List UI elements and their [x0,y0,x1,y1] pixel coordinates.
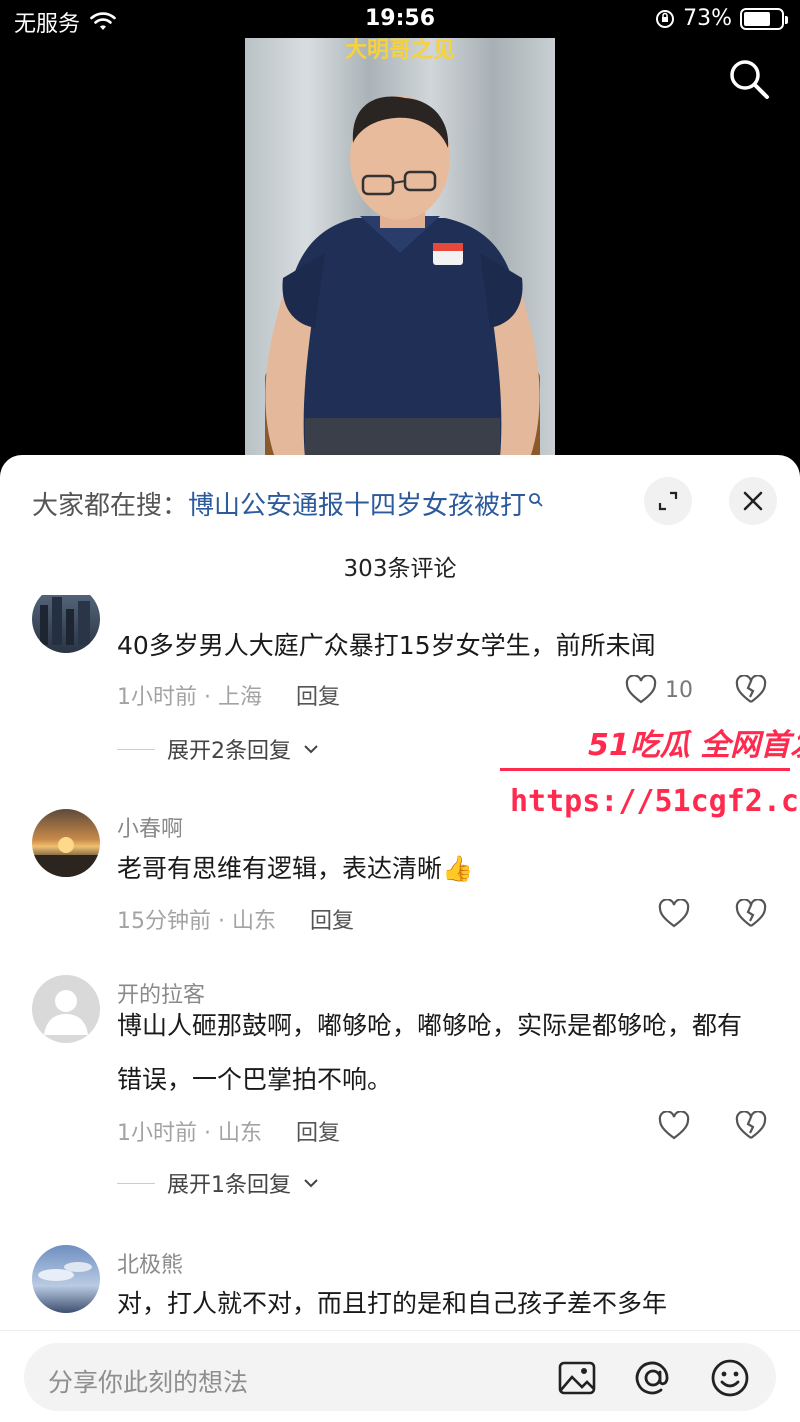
divider-line [117,748,155,750]
battery-percent: 73% [683,6,732,31]
avatar[interactable] [32,595,100,653]
search-small-icon [529,492,543,507]
status-right: 73% [655,6,788,31]
hot-search-prefix: 大家都在搜： [32,491,189,521]
avatar[interactable] [32,809,100,877]
comment-meta: 1小时前 · 山东 回复 [117,1115,340,1147]
comment-meta: 1小时前 · 上海 回复 [117,679,340,711]
search-icon [730,60,769,99]
image-button[interactable] [556,1357,598,1399]
reply-button[interactable]: 回复 [310,903,354,935]
comment-text: 40多岁男人大庭广众暴打15岁女学生，前所未闻 [117,631,656,660]
heart-icon [658,899,690,928]
close-button[interactable] [729,477,777,525]
broken-heart-icon [735,1110,767,1139]
divider-line [117,1182,155,1184]
comment-time-location: 1小时前 · 上海 [117,685,262,710]
video-person-figure [265,96,540,463]
hot-search-term[interactable]: 博山公安通报十四岁女孩被打 [188,485,526,522]
comment-sheet: 大家都在搜： 博山公安通报十四岁女孩被打 303条评论 40多岁男人大庭广众暴打… [0,455,800,1422]
comment-text: 博山人砸那鼓啊，嘟够呛，嘟够呛，实际是都够呛，都有错误，一个巴掌拍不响。 [117,1011,743,1094]
dislike-button[interactable] [735,1110,767,1145]
dislike-button[interactable] [735,674,767,709]
image-icon [558,1361,596,1395]
comment-input-bar: 分享你此刻的想法 [0,1330,800,1422]
comment-meta: 15分钟前 · 山东 回复 [117,903,354,935]
broken-heart-icon [735,898,767,927]
mention-button[interactable] [632,1357,674,1399]
battery-icon [740,7,788,30]
expand-replies-button[interactable]: 展开2条回复 [117,733,319,765]
broken-heart-icon [735,674,767,703]
top-search-button[interactable] [728,58,770,104]
reply-button[interactable]: 回复 [296,1115,340,1147]
like-button[interactable]: 10 [625,675,693,705]
comment-username[interactable]: 北极熊 [117,1247,183,1279]
dislike-button[interactable] [735,898,767,933]
battery-level [744,11,771,26]
status-bar: 无服务 19:56 73% [0,0,800,40]
comment-text: 对，打人就不对，而且打的是和自己孩子差不多年 [117,1289,668,1318]
comment-input-placeholder: 分享你此刻的想法 [48,1368,249,1397]
video-player[interactable]: 大明哥之见 [245,38,555,463]
at-icon [635,1361,669,1395]
comment-time-location: 15分钟前 · 山东 [117,909,276,934]
emoji-button[interactable] [709,1357,751,1399]
default-avatar-icon [44,990,88,1035]
like-button[interactable] [658,899,690,929]
expand-replies-label: 展开2条回复 [167,739,291,764]
expand-replies-button[interactable]: 展开1条回复 [117,1167,319,1199]
chevron-down-icon [304,1179,318,1188]
avatar[interactable] [32,1245,100,1313]
comment-input[interactable]: 分享你此刻的想法 [24,1343,776,1411]
comment-text: 老哥有思维有逻辑，表达清晰👍 [117,854,474,883]
like-count: 10 [665,677,693,703]
comment-list[interactable]: 40多岁男人大庭广众暴打15岁女学生，前所未闻 1小时前 · 上海 回复 10 … [0,595,800,1330]
comment-username[interactable]: 小春啊 [117,811,183,843]
avatar-image [38,1262,92,1281]
avatar-image [32,837,100,877]
expand-replies-label: 展开1条回复 [167,1173,291,1198]
close-icon [743,491,763,511]
reply-button[interactable]: 回复 [296,679,340,711]
rotation-lock-icon [656,9,675,28]
comment-time-location: 1小时前 · 山东 [117,1121,262,1146]
avatar[interactable] [32,975,100,1043]
comment-count: 303条评论 [343,556,457,582]
heart-icon [658,1111,690,1140]
chevron-down-icon [304,745,318,754]
hot-search-bar[interactable]: 大家都在搜： 博山公安通报十四岁女孩被打 [32,485,544,522]
expand-icon [658,491,678,511]
heart-icon [625,675,657,704]
smiley-icon [711,1359,749,1397]
expand-sheet-button[interactable] [644,477,692,525]
like-button[interactable] [658,1111,690,1141]
avatar-image [40,597,90,645]
